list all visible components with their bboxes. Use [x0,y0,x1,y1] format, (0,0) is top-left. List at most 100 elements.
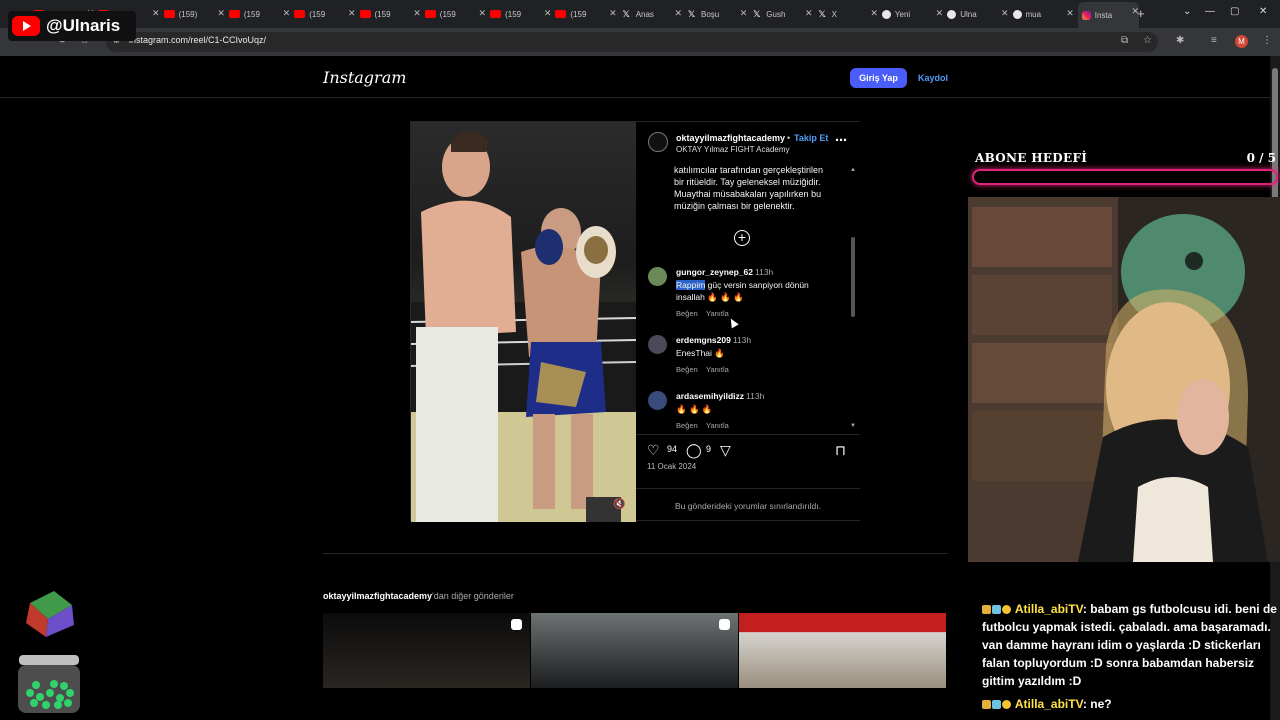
actions-divider [636,434,860,435]
tab-close-icon[interactable]: ✕ [1066,8,1074,19]
chat-username: Atilla_abiTV [1014,602,1083,616]
comment-time: 113h [746,391,765,401]
sub-badge-icon [992,700,1001,709]
tab-title: (159 [243,9,260,19]
channel-handle: @Ulnaris [46,16,121,35]
browser-tab[interactable]: Insta ✕ [1077,2,1140,28]
tab-close-icon[interactable]: ✕ [217,8,225,19]
browser-tab[interactable]: (159 ✕ [359,4,421,24]
extensions-icon[interactable]: ✱ [1176,35,1184,46]
comment-reply-button[interactable]: Yanıtla [706,309,729,318]
browser-tab[interactable]: 𝕏 Boşu ✕ [686,4,747,24]
browser-tab[interactable]: (159 ✕ [294,4,355,24]
author-avatar[interactable] [648,132,668,152]
browser-tab[interactable]: (159 ✕ [424,4,487,24]
tab-close-icon[interactable]: ✕ [740,8,748,19]
tab-title: Boşu [701,9,720,19]
tab-close-icon[interactable]: ✕ [283,8,291,19]
browser-tab[interactable]: (159) ✕ [163,4,225,24]
scroll-thumb[interactable] [851,237,855,317]
bookmark-star-icon[interactable]: ☆ [1143,35,1152,46]
tab-close-icon[interactable]: ✕ [609,8,617,19]
streamer-webcam [968,197,1280,562]
comment-like-button[interactable]: Beğen [676,421,698,430]
channel-badge: @Ulnaris [8,11,136,41]
tab-title: (159) [178,9,198,19]
browser-tab[interactable]: (159 ✕ [490,4,551,24]
instagram-logo[interactable]: Instagram [323,68,406,87]
comments-restricted-notice: Bu gönderideki yorumlar sınırlandırıldı. [636,488,860,511]
tab-close-icon[interactable]: ✕ [348,8,356,19]
more-posts-account[interactable]: oktayyilmazfightacademy [323,591,432,601]
tab-close-icon[interactable]: ✕ [479,8,487,19]
browser-tab[interactable]: (159 ✕ [555,4,617,24]
login-button[interactable]: Giriş Yap [850,68,907,88]
browser-tab[interactable]: 𝕏 X ✕ [817,4,878,24]
browser-tab[interactable]: 𝕏 Anas ✕ [621,4,682,24]
comment-username[interactable]: gungor_zeynep_62 113h [676,267,773,277]
browser-tab[interactable]: 𝕏 Gush ✕ [751,4,812,24]
subscriber-goal: ABONE HEDEFİ 0 / 5 [970,148,1280,192]
close-window-icon[interactable]: ✕ [1259,6,1267,17]
comment-avatar[interactable] [648,391,667,410]
browser-menu-icon[interactable]: ⋮ [1262,35,1272,46]
webcam-frame [968,197,1280,562]
comment-like-button[interactable]: Beğen [676,309,698,318]
tab-close-icon[interactable]: ✕ [152,8,160,19]
reel-icon [511,619,522,630]
tab-close-icon[interactable]: ✕ [805,8,813,19]
scroll-down-arrow-icon[interactable]: ▼ [850,423,856,429]
fire-emoji: 🔥 🔥 🔥 [704,292,744,302]
tab-close-icon[interactable]: ✕ [1001,8,1009,19]
maximize-icon[interactable]: ▢ [1230,6,1239,17]
signup-link[interactable]: Kaydol [918,73,948,83]
url-text[interactable]: instagram.com/reel/C1-CCIvoUqz/ [129,35,266,45]
new-tab-button[interactable]: + [1137,6,1145,21]
comment-icon[interactable]: ◯ [686,442,702,459]
follow-button[interactable]: Takip Et [794,133,828,143]
post-thumbnail[interactable] [739,613,946,688]
browser-tab[interactable]: mua ✕ [1012,4,1074,24]
author-subtitle: OKTAY Yılmaz FIGHT Academy [676,145,790,154]
comment-username[interactable]: erdemgns209 113h [676,335,751,345]
chat-message: Atilla_abiTV: babam gs futbolcusu idi. b… [982,602,1277,688]
browser-tab[interactable]: Yeni ✕ [881,4,944,24]
comment-like-button[interactable]: Beğen [676,365,698,374]
comment-avatar[interactable] [648,267,667,286]
tab-close-icon[interactable]: ✕ [674,8,682,19]
comments-scrollbar[interactable]: ▲ ▼ [850,167,856,429]
comment-avatar[interactable] [648,335,667,354]
tab-close-icon[interactable]: ✕ [544,8,552,19]
reel-icon [719,619,730,630]
more-options-icon[interactable]: ⋯ [835,133,847,147]
tab-close-icon[interactable]: ✕ [413,8,421,19]
reel-post: 🔇 oktayyilmazfightacademy • Takip Et OKT… [410,121,860,522]
post-thumbnail[interactable] [531,613,738,688]
save-bookmark-icon[interactable]: ⊓ [835,442,846,459]
author-username[interactable]: oktayyilmazfightacademy [676,133,785,143]
reel-video[interactable]: 🔇 [411,122,636,522]
share-icon[interactable]: ▽ [720,442,731,459]
scroll-up-arrow-icon[interactable]: ▲ [850,167,856,173]
comment-text: Rappim güç versin sanpiyon dönün insalla… [676,280,809,302]
tab-close-icon[interactable]: ✕ [936,8,944,19]
minimize-icon[interactable]: — [1205,6,1215,17]
browser-tab[interactable]: (159 ✕ [228,4,291,24]
comment-username[interactable]: ardasemihyildizz 113h [676,391,764,401]
mute-icon[interactable]: 🔇 [613,499,625,510]
separator-dot: • [787,133,791,143]
install-app-icon[interactable]: ⧉ [1121,35,1128,46]
browser-tab[interactable]: Ulna ✕ [947,4,1008,24]
like-heart-icon[interactable]: ♡ [647,442,660,459]
load-more-comments-icon[interactable]: + [734,230,750,246]
tab-close-icon[interactable]: ✕ [870,8,878,19]
comment-time: 113h [755,267,774,277]
post-thumbnail[interactable] [323,613,530,688]
tab-search-icon[interactable]: ⌄ [1183,6,1191,17]
reading-list-icon[interactable]: ≡ [1211,35,1217,46]
comment-reply-button[interactable]: Yanıtla [706,421,729,430]
comment-reply-button[interactable]: Yanıtla [706,365,729,374]
profile-avatar[interactable]: M [1235,35,1248,48]
tab-title: Anas [635,9,654,19]
tab-title: Gush [766,9,786,19]
